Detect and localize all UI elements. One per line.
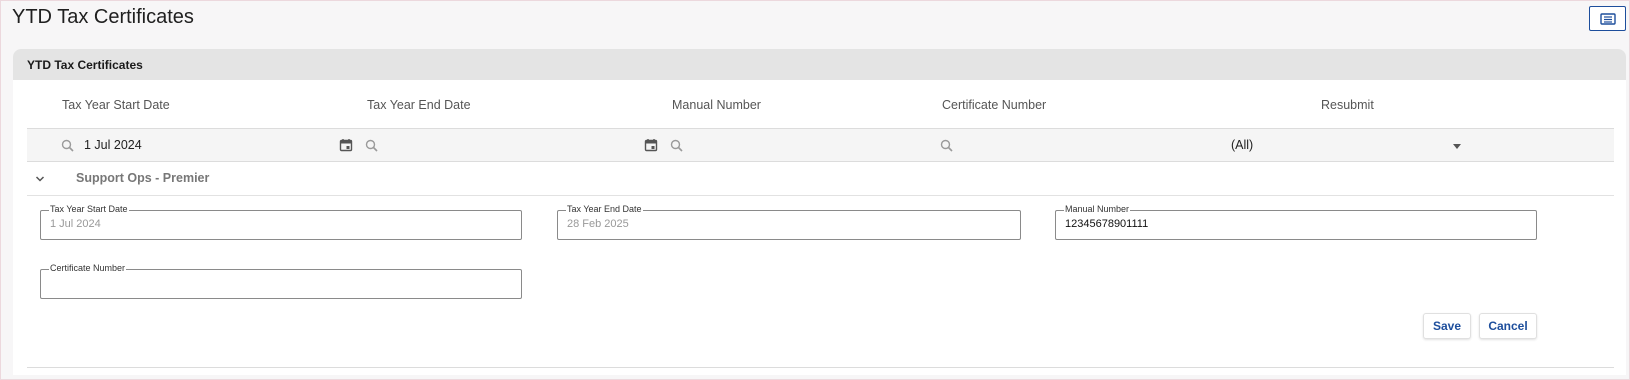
search-icon <box>940 139 953 152</box>
divider <box>27 367 1614 368</box>
start-date-field[interactable]: Tax Year Start Date 1 Jul 2024 <box>40 204 522 240</box>
start-date-value: 1 Jul 2024 <box>50 218 101 230</box>
column-header-manual-number[interactable]: Manual Number <box>672 98 761 112</box>
filter-row: 1 Jul 2024 (All) <box>27 129 1614 162</box>
chevron-down-icon[interactable] <box>1453 144 1461 149</box>
manual-number-value: 12345678901111 <box>1065 218 1149 230</box>
field-label: Tax Year End Date <box>566 204 643 215</box>
start-date-filter-input[interactable]: 1 Jul 2024 <box>84 138 142 152</box>
calendar-icon[interactable] <box>339 138 353 152</box>
view-toggle-button[interactable] <box>1589 6 1626 31</box>
page-title: YTD Tax Certificates <box>12 6 194 28</box>
field-label: Certificate Number <box>49 263 127 274</box>
chevron-down-icon[interactable] <box>35 174 45 184</box>
list-view-icon <box>1599 12 1616 25</box>
search-icon <box>365 139 378 152</box>
manual-number-field[interactable]: Manual Number 12345678901111 <box>1055 204 1537 240</box>
resubmit-filter-select[interactable]: (All) <box>1231 138 1253 152</box>
search-icon <box>61 139 74 152</box>
group-label: Support Ops - Premier <box>76 171 210 185</box>
column-header-certificate-number[interactable]: Certificate Number <box>942 98 1046 112</box>
cancel-button[interactable]: Cancel <box>1479 313 1537 339</box>
search-icon <box>670 139 683 152</box>
end-date-field[interactable]: Tax Year End Date 28 Feb 2025 <box>557 204 1021 240</box>
grid-header: Tax Year Start Date Tax Year End Date Ma… <box>27 80 1614 129</box>
column-header-resubmit[interactable]: Resubmit <box>1321 98 1374 112</box>
calendar-icon[interactable] <box>644 138 658 152</box>
panel-header: YTD Tax Certificates <box>13 49 1626 80</box>
column-header-start-date[interactable]: Tax Year Start Date <box>62 98 170 112</box>
end-date-value: 28 Feb 2025 <box>567 218 629 230</box>
field-label: Manual Number <box>1064 204 1131 215</box>
certificates-panel: YTD Tax Certificates Tax Year Start Date… <box>13 49 1626 375</box>
group-row[interactable]: Support Ops - Premier <box>27 162 1614 196</box>
field-label: Tax Year Start Date <box>49 204 129 215</box>
column-header-end-date[interactable]: Tax Year End Date <box>367 98 471 112</box>
certificate-number-field[interactable]: Certificate Number <box>40 263 522 299</box>
save-button[interactable]: Save <box>1423 313 1471 339</box>
